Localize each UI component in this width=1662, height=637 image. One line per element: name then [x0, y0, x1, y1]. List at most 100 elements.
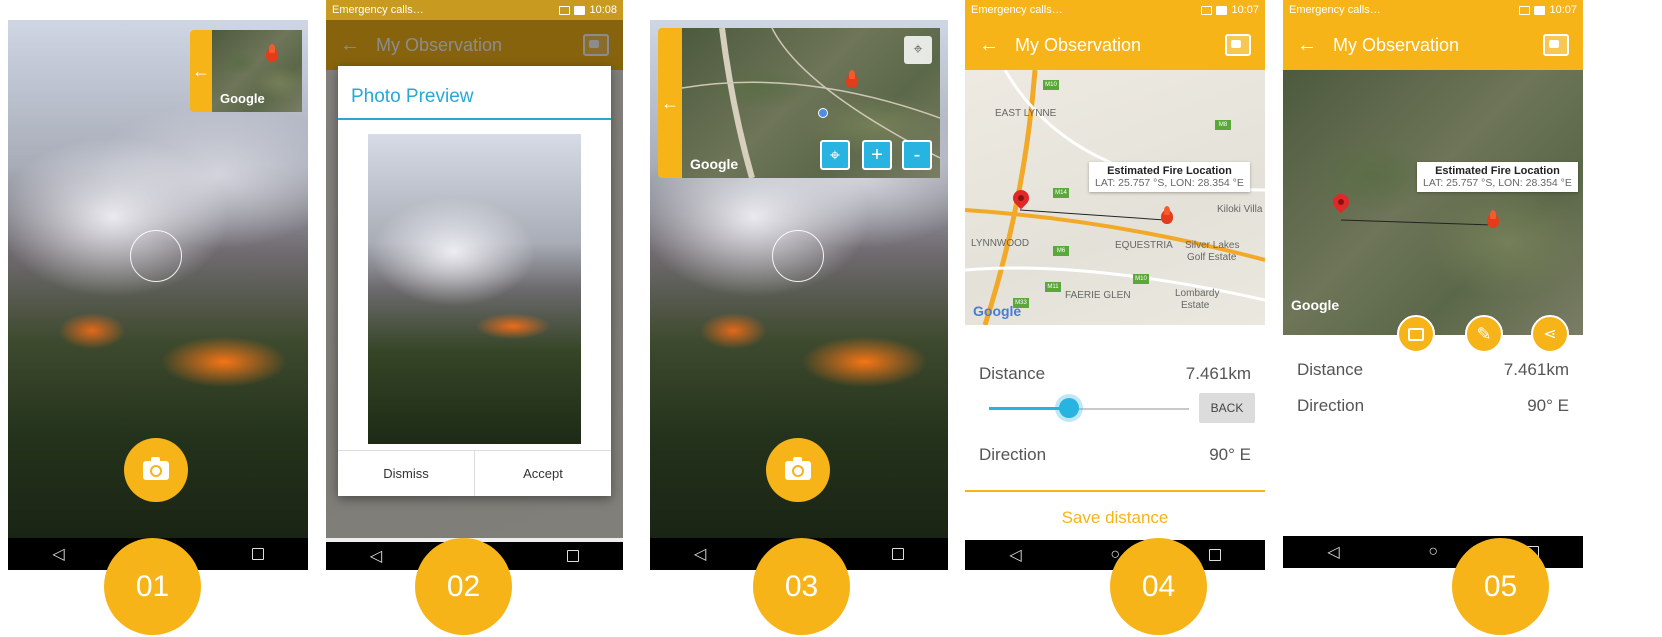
battery-icon: [259, 5, 271, 15]
step-badge-4: 04: [1110, 538, 1207, 635]
arrow-left-icon: ←: [192, 60, 210, 81]
battery-icon: [1216, 5, 1228, 15]
carrier-text: Emergency calls…: [332, 4, 424, 16]
nav-back-icon[interactable]: ◁: [52, 544, 64, 564]
road-shield: M14: [1053, 188, 1069, 198]
preview-photo: [368, 134, 581, 444]
target-reticle: [772, 230, 824, 282]
map-label: Lombardy: [1175, 288, 1220, 299]
road-shield: M10: [1043, 80, 1059, 90]
clock: 10:07: [1549, 4, 1577, 16]
battery-icon: [899, 5, 911, 15]
distance-slider-thumb[interactable]: [1059, 398, 1079, 418]
accept-button[interactable]: Accept: [474, 451, 611, 496]
distance-row: Distance 7.461km: [979, 364, 1251, 384]
step-badge-3: 03: [753, 538, 850, 635]
google-logo: Google: [690, 156, 739, 172]
view-photo-button[interactable]: [1397, 315, 1435, 353]
fire-marker-icon: [1485, 210, 1501, 230]
info-title: Estimated Fire Location: [1107, 165, 1232, 177]
screen-5: Emergency calls… 10:07 ← My Observation …: [1283, 0, 1583, 570]
screen-3: Emergency calls… 10:17 ← ⌖ Google ⌖ + - …: [650, 0, 948, 570]
share-button[interactable]: ⋖: [1531, 315, 1569, 353]
camera-icon: [143, 456, 169, 480]
distance-slider-fill: [989, 407, 1069, 410]
road-shield: M6: [1053, 246, 1069, 256]
direction-value: 90° E: [1209, 445, 1251, 464]
fire-marker-icon: [264, 44, 280, 64]
zoom-out-button[interactable]: -: [902, 140, 932, 170]
capture-photo-button[interactable]: [124, 438, 188, 502]
screen-1: Emergency calls… 10:16 ← Google ◁ ○: [8, 0, 308, 570]
screen-4: Emergency calls… 10:07 ← My Observation …: [965, 0, 1265, 570]
step-badge-2: 02: [415, 538, 512, 635]
wifi-icon: [1201, 5, 1213, 15]
direction-row: Direction 90° E: [1297, 396, 1569, 416]
back-button[interactable]: BACK: [1199, 393, 1255, 423]
satellite-map[interactable]: Estimated Fire Location LAT: 25.757 °S, …: [1283, 70, 1583, 335]
road-map[interactable]: M10 M14 M6 M8 M10 M11 M33 EAST LYNNE LYN…: [965, 70, 1265, 325]
distance-value: 7.461km: [1185, 364, 1251, 383]
info-coords: LAT: 25.757 °S, LON: 28.354 °E: [1423, 177, 1572, 189]
observer-pin-icon: [1331, 194, 1351, 224]
map-icon[interactable]: [1225, 34, 1251, 56]
status-bar: Emergency calls… 10:16: [8, 0, 308, 20]
locate-button[interactable]: ⌖: [820, 140, 850, 170]
back-arrow-icon[interactable]: ←: [979, 34, 999, 57]
map-label: Kiloki Villa: [1217, 204, 1263, 215]
nav-home-icon[interactable]: ○: [1428, 543, 1438, 561]
nav-recents-icon[interactable]: [891, 548, 904, 560]
road-shield: M8: [1215, 120, 1231, 130]
nav-recents-icon[interactable]: [251, 548, 264, 560]
page-title: My Observation: [1015, 34, 1142, 55]
minus-icon: -: [913, 143, 921, 166]
dialog-actions: Dismiss Accept: [338, 450, 611, 496]
distance-label: Distance: [979, 364, 1046, 383]
carrier-text: Emergency calls…: [656, 4, 748, 16]
dismiss-button[interactable]: Dismiss: [338, 451, 474, 496]
map-icon[interactable]: [1543, 34, 1569, 56]
dialog-title: Photo Preview: [338, 66, 611, 120]
minimap[interactable]: Google: [212, 30, 302, 112]
edit-button[interactable]: ✎: [1465, 315, 1503, 353]
app-bar: ← My Observation: [965, 20, 1265, 70]
page-title: My Observation: [1333, 34, 1460, 55]
capture-photo-button[interactable]: [766, 438, 830, 502]
app-bar: ← My Observation: [1283, 20, 1583, 70]
fire-marker-icon: [844, 70, 860, 90]
wifi-icon: [1519, 5, 1531, 15]
nav-back-icon[interactable]: ◁: [694, 544, 706, 564]
nav-back-icon[interactable]: ◁: [370, 546, 382, 566]
crosshair-icon: ⌖: [829, 144, 841, 165]
clock: 10:16: [274, 4, 302, 16]
distance-label: Distance: [1297, 360, 1364, 379]
map-collapse-tab[interactable]: ←: [658, 28, 682, 178]
nav-recents-icon[interactable]: [567, 550, 580, 562]
compass-button[interactable]: ⌖: [904, 36, 932, 64]
crosshair-icon: ⌖: [913, 41, 923, 58]
info-coords: LAT: 25.757 °S, LON: 28.354 °E: [1095, 177, 1244, 189]
map-label: Golf Estate: [1187, 252, 1237, 263]
google-logo: Google: [220, 91, 265, 106]
clock: 10:07: [1231, 4, 1259, 16]
fire-location-info: Estimated Fire Location LAT: 25.757 °S, …: [1417, 162, 1578, 192]
camera-icon: [785, 456, 811, 480]
nav-back-icon[interactable]: ◁: [1009, 545, 1021, 565]
my-location-dot: [818, 108, 828, 118]
road-shield: M11: [1045, 282, 1061, 292]
zoom-in-button[interactable]: +: [862, 140, 892, 170]
back-arrow-icon[interactable]: ←: [1297, 34, 1317, 57]
bearing-line: [1340, 219, 1494, 226]
step-badge-5: 05: [1452, 538, 1549, 635]
nav-back-icon[interactable]: ◁: [1327, 542, 1339, 562]
road-shield: M10: [1133, 274, 1149, 284]
nav-recents-icon[interactable]: [1208, 549, 1221, 561]
direction-label: Direction: [1297, 396, 1365, 415]
minimap-toggle[interactable]: ←: [190, 30, 212, 112]
clock: 10:17: [914, 4, 942, 16]
save-distance-button[interactable]: Save distance: [965, 508, 1265, 528]
photo-preview-dialog: Photo Preview Dismiss Accept: [338, 66, 611, 496]
expanded-map[interactable]: ⌖ Google ⌖ + -: [682, 28, 940, 178]
screen-2: Emergency calls… 10:08 ← My Observation …: [326, 0, 623, 570]
status-bar: Emergency calls… 10:08: [326, 0, 623, 20]
